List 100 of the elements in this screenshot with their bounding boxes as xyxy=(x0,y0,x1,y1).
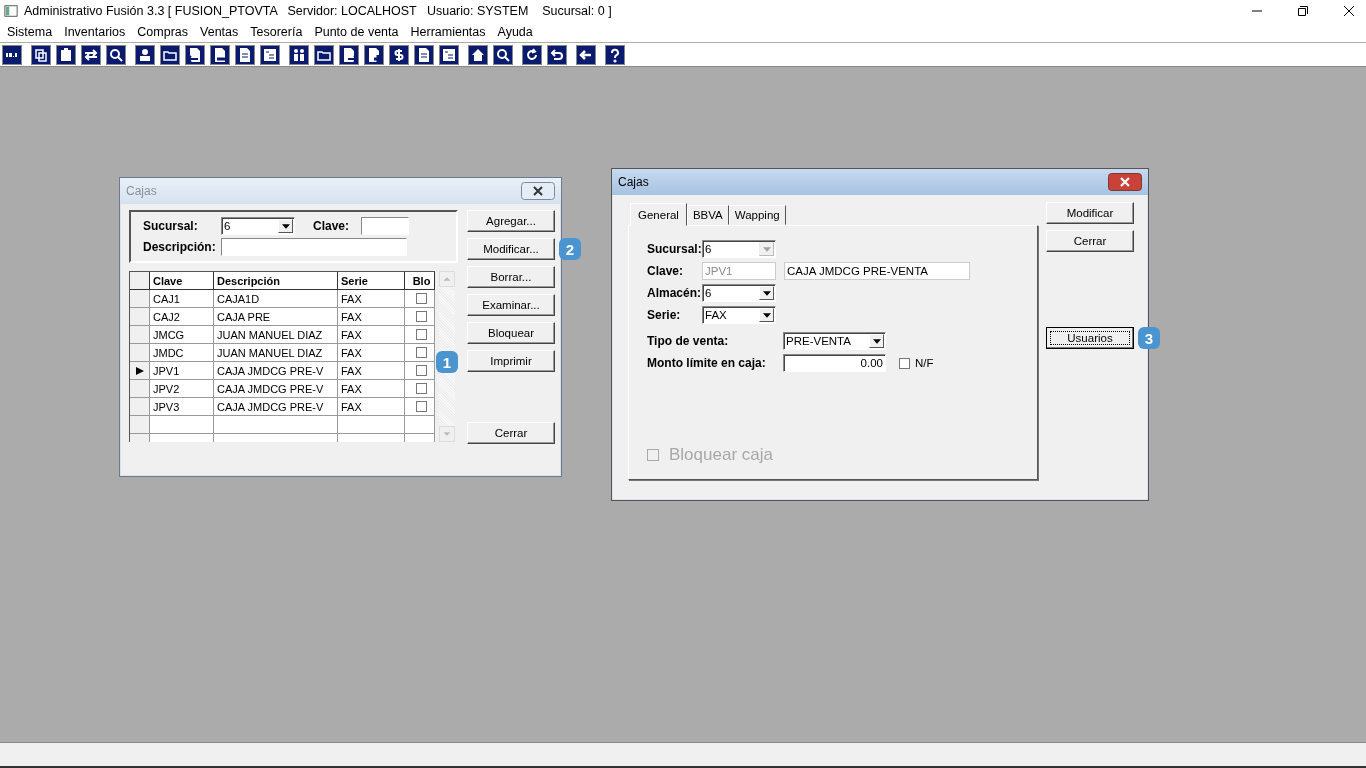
table-row[interactable]: JMDC JUAN MANUEL DIAZ FAX xyxy=(130,344,435,362)
field-label: Descripción: xyxy=(143,240,215,254)
empty-row[interactable] xyxy=(130,416,435,434)
table-row[interactable]: JPV2 CAJA JMDCG PRE-V FAX xyxy=(130,380,435,398)
table-cell: JMDC xyxy=(150,344,214,361)
table-cell: CAJA JMDCG PRE-V xyxy=(214,380,338,397)
table-cell: CAJA JMDCG PRE-V xyxy=(214,398,338,415)
checkbox[interactable] xyxy=(416,383,427,394)
table-cell: JUAN MANUEL DIAZ xyxy=(214,326,338,343)
table-cell: CAJA1D xyxy=(214,290,338,307)
action-button[interactable]: Agregar... xyxy=(467,210,555,232)
action-button[interactable]: Imprimir xyxy=(467,350,555,372)
help-icon[interactable] xyxy=(605,44,625,65)
checkbox[interactable] xyxy=(416,347,427,358)
field-label: Clave: xyxy=(647,264,685,278)
copy-icon[interactable] xyxy=(31,44,51,65)
callout-badge: 1 xyxy=(436,351,458,373)
person-icon[interactable] xyxy=(135,44,155,65)
tab[interactable]: Wapping xyxy=(728,205,786,225)
action-button[interactable]: Bloquear xyxy=(467,322,555,344)
dropdown-arrow-icon xyxy=(281,223,290,229)
restore-icon[interactable] xyxy=(1298,6,1308,16)
checkbox[interactable] xyxy=(416,365,427,376)
descripcion-field[interactable] xyxy=(221,238,407,256)
table-row[interactable]: JPV1 CAJA JMDCG PRE-V FAX xyxy=(130,362,435,380)
callout-badge: 3 xyxy=(1138,327,1160,349)
action-button[interactable]: Borrar... xyxy=(467,266,555,288)
row-header[interactable] xyxy=(130,362,150,379)
table-cell: JMCG xyxy=(150,326,214,343)
table-cell: FAX xyxy=(338,380,405,397)
table-cell: JPV1 xyxy=(150,362,214,379)
menu-item[interactable]: Sistema xyxy=(2,25,60,39)
table-cell: FAX xyxy=(338,326,405,343)
field-label: Clave: xyxy=(313,219,351,233)
column-header[interactable]: Blo xyxy=(405,272,435,289)
checkbox[interactable] xyxy=(416,293,427,304)
list-icon[interactable] xyxy=(439,44,459,65)
back-arrow-icon[interactable] xyxy=(576,44,596,65)
folder-icon[interactable] xyxy=(314,44,334,65)
people-icon[interactable] xyxy=(289,44,309,65)
table-cell: FAX xyxy=(338,362,405,379)
almacen-dropdown[interactable]: 6 xyxy=(702,284,776,302)
table-cell: CAJA PRE xyxy=(214,308,338,325)
checkbox[interactable] xyxy=(899,357,910,369)
close-icon[interactable] xyxy=(521,182,555,200)
clipboard-icon[interactable] xyxy=(56,44,76,65)
redo-icon[interactable] xyxy=(522,44,542,65)
window-title: Administrativo Fusión 3.3 [ FUSION_PTOVTA Servidor: LOCALHOST Usuario: SYSTEM Sucursal: 0 ] xyxy=(24,4,612,18)
table-row[interactable]: CAJ1 CAJA1D FAX xyxy=(130,290,435,308)
tab[interactable]: General xyxy=(630,203,687,226)
menu-item[interactable]: Tesorería xyxy=(245,25,310,39)
action-button[interactable]: Cerrar xyxy=(1046,230,1134,252)
swap-arrows-icon[interactable] xyxy=(81,44,101,65)
list-icon[interactable] xyxy=(260,44,280,65)
tipo-venta-dropdown[interactable]: PRE-VENTA xyxy=(783,332,886,350)
calculator-icon[interactable] xyxy=(2,44,22,65)
dialog-title: Cajas xyxy=(126,184,157,198)
close-button[interactable]: Cerrar xyxy=(467,422,555,444)
document-icon[interactable] xyxy=(235,44,255,65)
close-icon[interactable] xyxy=(1108,173,1142,191)
document-arrow-icon[interactable] xyxy=(185,44,205,65)
document-icon[interactable] xyxy=(414,44,434,65)
action-button[interactable]: Examinar... xyxy=(467,294,555,316)
column-header[interactable]: Clave xyxy=(150,272,214,289)
document-arrow-icon[interactable] xyxy=(339,44,359,65)
menu-item[interactable]: Inventarios xyxy=(59,25,133,39)
field-label: Sucursal: xyxy=(143,219,199,233)
home-icon[interactable] xyxy=(468,44,488,65)
field-label: Almacén: xyxy=(647,286,702,300)
menu-item[interactable]: Punto de venta xyxy=(309,25,406,39)
table-row[interactable]: JPV3 CAJA JMDCG PRE-V FAX xyxy=(130,398,435,416)
menu-item[interactable]: Compras xyxy=(132,25,196,39)
serie-dropdown[interactable]: FAX xyxy=(702,306,776,324)
column-header[interactable]: Serie xyxy=(338,272,405,289)
document-plus-icon[interactable] xyxy=(364,44,384,65)
checkbox[interactable] xyxy=(416,311,427,322)
usuarios-button[interactable]: Usuarios xyxy=(1046,327,1134,349)
tab[interactable]: BBVA xyxy=(686,205,729,225)
action-button[interactable]: Modificar xyxy=(1046,202,1134,224)
table-row[interactable]: JMCG JUAN MANUEL DIAZ FAX xyxy=(130,326,435,344)
column-header[interactable]: Descripción xyxy=(214,272,338,289)
table-row[interactable]: CAJ2 CAJA PRE FAX xyxy=(130,308,435,326)
dropdown-arrow-icon xyxy=(762,312,771,318)
dollar-icon[interactable] xyxy=(389,44,409,65)
menu-item[interactable]: Ventas xyxy=(195,25,246,39)
document-minus-icon[interactable] xyxy=(210,44,230,65)
search-icon[interactable] xyxy=(106,44,126,65)
monto-field[interactable]: 0.00 xyxy=(783,354,886,372)
clave-field[interactable] xyxy=(361,217,409,235)
table-cell: CAJA JMDCG PRE-V xyxy=(214,362,338,379)
checkbox[interactable] xyxy=(416,329,427,340)
folder-icon[interactable] xyxy=(160,44,180,65)
menu-item[interactable]: Herramientas xyxy=(405,25,493,39)
action-button[interactable]: Modificar... xyxy=(467,238,555,260)
sucursal-dropdown[interactable]: 6 xyxy=(221,217,295,235)
close-icon[interactable] xyxy=(1344,6,1354,16)
undo-icon[interactable] xyxy=(547,44,567,65)
menu-item[interactable]: Ayuda xyxy=(492,25,540,39)
search-icon[interactable] xyxy=(493,44,513,65)
checkbox[interactable] xyxy=(416,401,427,412)
